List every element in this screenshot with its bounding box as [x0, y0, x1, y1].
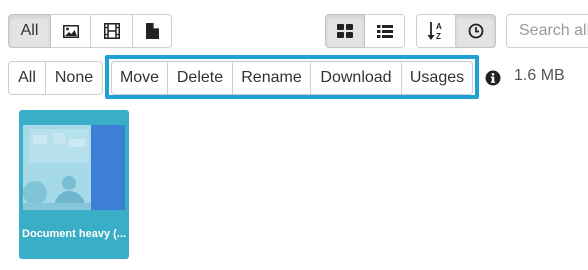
image-icon: [62, 24, 79, 38]
filter-videos-button[interactable]: [91, 14, 133, 48]
select-all-button[interactable]: All: [8, 61, 46, 95]
select-none-button[interactable]: None: [46, 61, 103, 95]
move-button[interactable]: Move: [111, 61, 168, 95]
sort-alpha-button[interactable]: A Z: [416, 14, 456, 48]
filter-all-button[interactable]: All: [8, 14, 51, 48]
svg-text:A: A: [436, 22, 442, 31]
grid-view-button[interactable]: [325, 14, 365, 48]
download-label: Download: [320, 69, 392, 86]
film-icon: [103, 23, 120, 39]
filter-all-label: All: [20, 22, 39, 39]
delete-button[interactable]: Delete: [168, 61, 233, 95]
file-caption: Document heavy (...: [22, 228, 126, 240]
list-view-icon: [376, 24, 393, 38]
list-view-button[interactable]: [365, 14, 405, 48]
filter-images-button[interactable]: [51, 14, 91, 48]
grid-view-icon: [337, 24, 353, 38]
search-input[interactable]: [506, 14, 588, 48]
selection-size: 1.6 MB: [514, 67, 565, 84]
file-tile[interactable]: Document heavy (...: [19, 110, 129, 259]
sort-alpha-icon: A Z: [427, 21, 445, 41]
file-thumbnail: [23, 125, 125, 210]
delete-label: Delete: [176, 69, 224, 86]
document-icon: [145, 23, 159, 39]
rename-label: Rename: [241, 69, 302, 86]
filter-documents-button[interactable]: [133, 14, 172, 48]
sort-recent-button[interactable]: [456, 14, 496, 48]
usages-label: Usages: [409, 69, 465, 86]
clock-icon: [468, 23, 484, 39]
download-button[interactable]: Download: [311, 61, 402, 95]
info-icon[interactable]: [485, 70, 501, 86]
usages-button[interactable]: Usages: [402, 61, 473, 95]
svg-text:Z: Z: [436, 32, 441, 41]
rename-button[interactable]: Rename: [233, 61, 311, 95]
select-all-label: All: [18, 69, 36, 86]
move-label: Move: [119, 69, 160, 86]
select-none-label: None: [54, 69, 94, 86]
